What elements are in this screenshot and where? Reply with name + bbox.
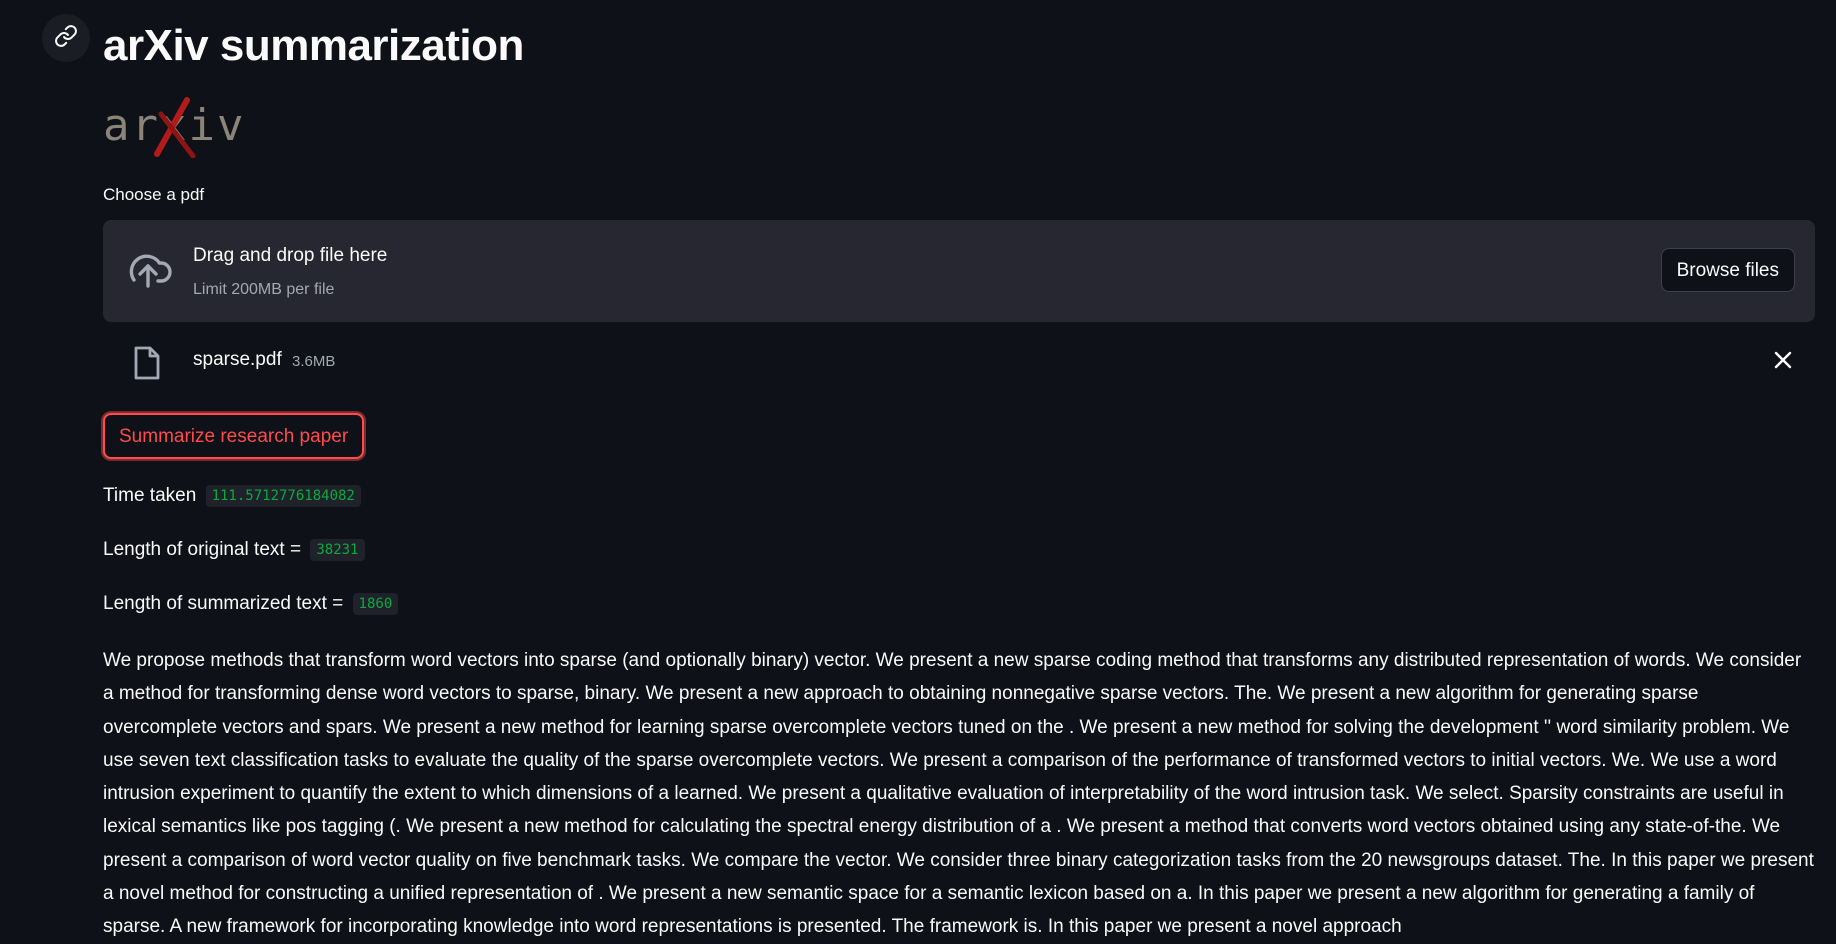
summarize-button[interactable]: Summarize research paper [103, 413, 365, 459]
page-title: arXiv summarization [103, 21, 524, 70]
summary-length-label: Length of summarized text = [103, 593, 344, 614]
file-icon [133, 346, 161, 385]
dropzone-instructions: Drag and drop file here [193, 245, 388, 266]
summary-output: We propose methods that transform word v… [103, 644, 1815, 944]
link-anchor-button[interactable] [42, 14, 90, 62]
cloud-upload-icon [123, 250, 173, 295]
arxiv-logo-x-mark [154, 97, 196, 158]
time-taken-label: Time taken [103, 485, 197, 506]
remove-file-icon[interactable] [1773, 350, 1793, 375]
file-size: 3.6MB [292, 353, 336, 370]
time-taken-metric: Time taken 111.5712776184082 [103, 485, 361, 507]
browse-files-button[interactable]: Browse files [1660, 248, 1795, 292]
uploader-label: Choose a pdf [103, 185, 205, 204]
uploaded-file-row: sparse.pdf 3.6MB [103, 340, 1815, 384]
summary-length-metric: Length of summarized text = 1860 [103, 593, 399, 615]
link-icon [54, 24, 78, 53]
summary-length-value: 1860 [352, 593, 399, 615]
file-name: sparse.pdf [193, 349, 282, 370]
original-length-metric: Length of original text = 38231 [103, 539, 365, 561]
dropzone-limit: Limit 200MB per file [193, 281, 335, 298]
time-taken-value: 111.5712776184082 [205, 485, 361, 507]
original-length-value: 38231 [310, 539, 365, 561]
original-length-label: Length of original text = [103, 539, 302, 560]
summary-text: We propose methods that transform word v… [103, 650, 1814, 938]
arxiv-logo: arxiv [103, 96, 243, 162]
file-dropzone[interactable]: Drag and drop file here Limit 200MB per … [103, 220, 1815, 322]
